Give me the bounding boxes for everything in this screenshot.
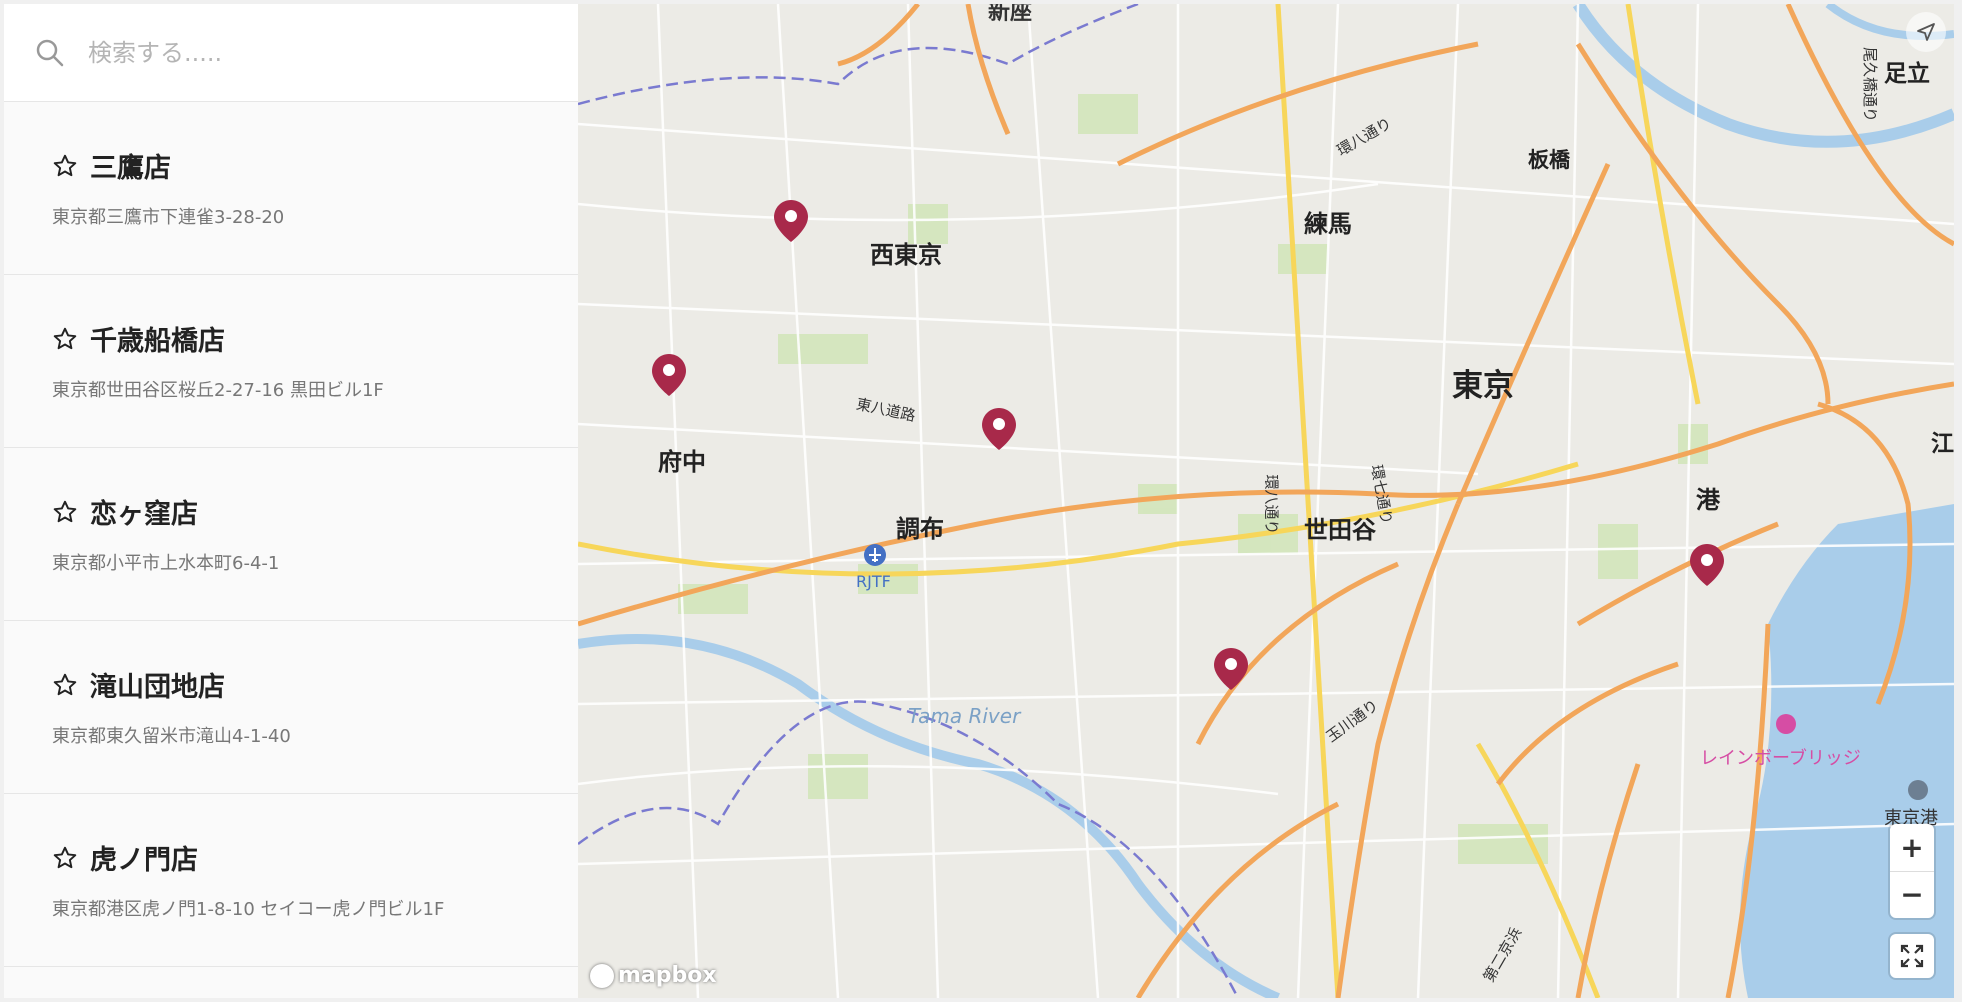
fullscreen-icon [1900, 944, 1924, 968]
map-pin-koigakubo[interactable] [652, 354, 686, 396]
store-name: 三鷹店 [90, 153, 171, 184]
map-label-nerima: 練馬 [1304, 210, 1352, 238]
map-label-itabashi: 板橋 [1528, 148, 1570, 172]
map-label-shinza: 新座 [988, 4, 1033, 25]
star-icon[interactable] [52, 326, 78, 352]
map-label-tokyo: 東京 [1452, 368, 1514, 404]
port-icon [1908, 780, 1928, 800]
zoom-in-button[interactable]: + [1890, 824, 1934, 872]
bridge-icon [1776, 714, 1796, 734]
store-item-koigakubo[interactable]: 恋ヶ窪店 東京都小平市上水本町6-4-1 [4, 448, 578, 621]
store-locator-app: 三鷹店 東京都三鷹市下連雀3-28-20 千歳船橋店 東京都世田谷区桜丘2-27… [0, 0, 1962, 1002]
store-item-toranomon[interactable]: 虎ノ門店 東京都港区虎ノ門1-8-10 セイコー虎ノ門ビル1F [4, 794, 578, 967]
store-address: 東京都小平市上水本町6-4-1 [52, 553, 280, 574]
map-label-kanpachi2: 環八通り [1262, 474, 1281, 535]
store-address: 東京都港区虎ノ門1-8-10 セイコー虎ノ門ビル1F [52, 899, 445, 920]
zoom-controls: + − [1890, 824, 1934, 918]
map-view[interactable]: 新座 西東京 練馬 東京 府中 調布 世田谷 港 板橋 足立 江 環八通り 環八… [578, 4, 1954, 998]
map-label-minato: 港 [1696, 486, 1720, 514]
compass-button[interactable] [1906, 12, 1946, 52]
star-icon[interactable] [52, 672, 78, 698]
store-item-takiyama[interactable]: 滝山団地店 東京都東久留米市滝山4-1-40 [4, 621, 578, 794]
star-icon[interactable] [52, 845, 78, 871]
search-input[interactable] [86, 37, 550, 68]
map-label-nishitokyo: 西東京 [870, 241, 942, 269]
store-item-mitaka[interactable]: 三鷹店 東京都三鷹市下連雀3-28-20 [4, 102, 578, 275]
store-item-chitose-funabashi[interactable]: 千歳船橋店 東京都世田谷区桜丘2-27-16 黒田ビル1F [4, 275, 578, 448]
mapbox-logo-text: mapbox [618, 963, 717, 988]
map-label-setagaya: 世田谷 [1304, 516, 1376, 544]
store-address: 東京都世田谷区桜丘2-27-16 黒田ビル1F [52, 380, 384, 401]
mapbox-logo-icon [590, 964, 614, 988]
airport-icon [864, 544, 886, 566]
store-name: 千歳船橋店 [90, 326, 225, 357]
search-icon [36, 39, 64, 66]
store-list-sidebar: 三鷹店 東京都三鷹市下連雀3-28-20 千歳船橋店 東京都世田谷区桜丘2-27… [4, 4, 579, 998]
map-label-fuchu: 府中 [658, 448, 706, 476]
map-label-ko: 江 [1931, 431, 1954, 457]
store-address: 東京都東久留米市滝山4-1-40 [52, 726, 291, 747]
map-pin-mitaka[interactable] [774, 200, 808, 242]
map-pin-toranomon[interactable] [1690, 544, 1724, 586]
store-address: 東京都三鷹市下連雀3-28-20 [52, 207, 285, 228]
star-icon[interactable] [52, 153, 78, 179]
navigation-arrow-icon [1917, 23, 1935, 41]
map-pin-takiyama[interactable] [982, 408, 1016, 450]
map-label-chofu: 調布 [896, 515, 944, 543]
map-label-tama-river: Tama River [908, 704, 1021, 728]
map-label-adachi: 足立 [1884, 61, 1930, 87]
zoom-out-button[interactable]: − [1890, 872, 1934, 919]
store-name: 恋ヶ窪店 [90, 499, 198, 530]
store-name: 虎ノ門店 [90, 845, 198, 876]
mapbox-logo[interactable]: mapbox [590, 963, 717, 988]
map-pin-chitose-funabashi[interactable] [1214, 648, 1248, 690]
map-label-oku: 尾久橋通り [1861, 46, 1880, 123]
map-label-rjtf: RJTF [856, 572, 891, 591]
fullscreen-button[interactable] [1890, 934, 1934, 978]
map-label-rainbow-bridge: レインボーブリッジ [1700, 748, 1861, 769]
store-name: 滝山団地店 [90, 672, 225, 703]
search-bar [4, 4, 578, 102]
star-icon[interactable] [52, 499, 78, 525]
